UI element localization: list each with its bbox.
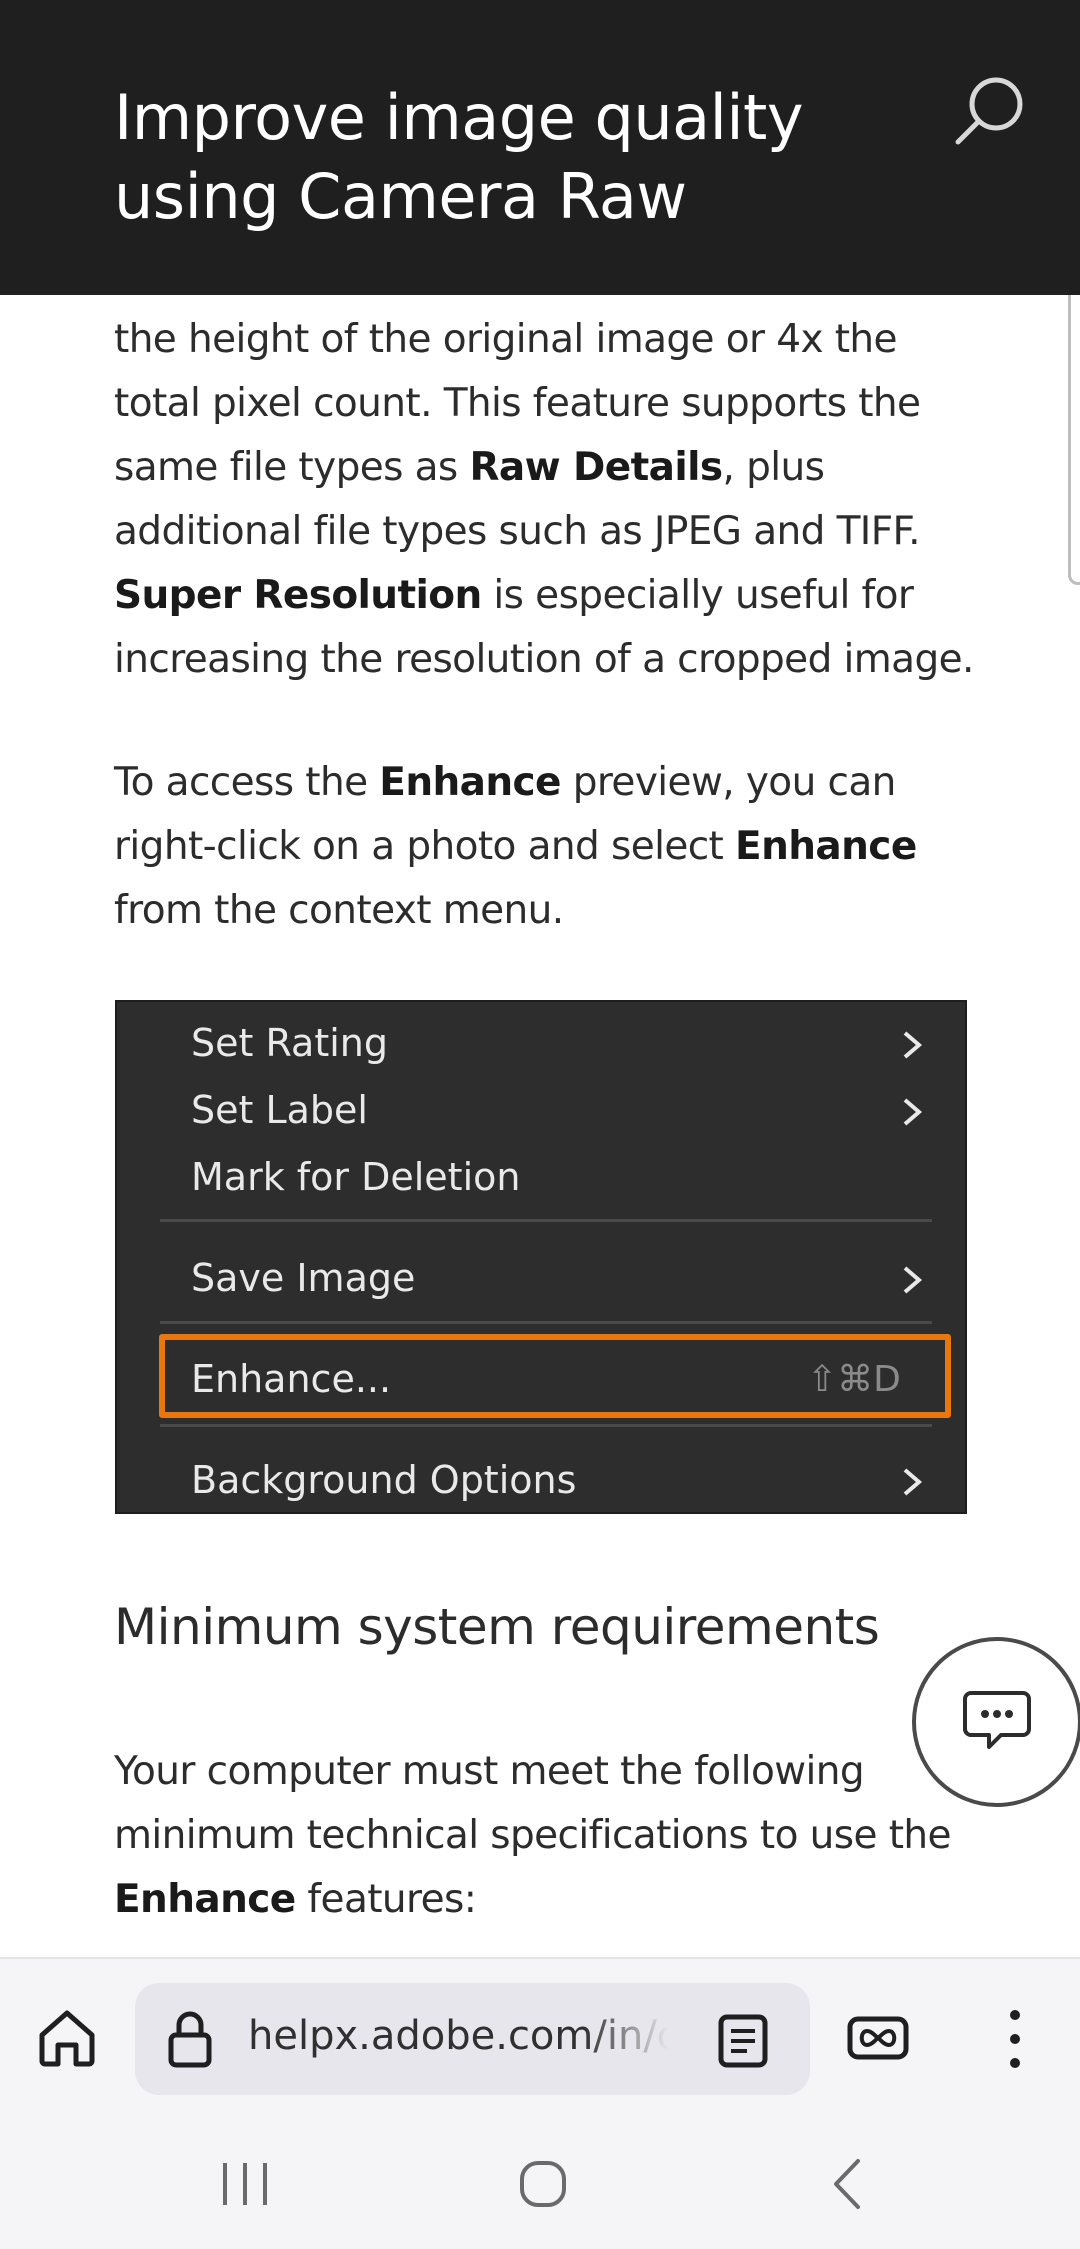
chat-bubble-icon	[963, 1691, 1031, 1749]
menu-item-background-options: Background Options	[117, 1452, 969, 1512]
back-icon[interactable]	[828, 2157, 868, 2211]
menu-divider	[160, 1424, 932, 1427]
menu-item-save-image: Save Image	[117, 1250, 969, 1310]
chevron-right-icon	[903, 1031, 923, 1059]
page-title: Improve image quality using Camera Raw	[114, 81, 804, 233]
menu-item-enhance: Enhance... ⇧⌘D	[191, 1357, 901, 1401]
home-icon	[39, 2010, 95, 2067]
menu-item-set-rating: Set Rating	[117, 1015, 969, 1075]
scroll-indicator[interactable]	[1068, 245, 1080, 585]
chevron-right-icon	[903, 1098, 923, 1126]
search-icon	[955, 77, 1023, 145]
section-heading: Minimum system requirements	[114, 1598, 880, 1656]
browser-home-button[interactable]	[34, 2005, 100, 2071]
more-options-button[interactable]	[985, 1999, 1045, 2079]
reader-mode-button[interactable]	[715, 2013, 771, 2069]
browser-toolbar: helpx.adobe.com/in/camera-raw/using/enha…	[0, 1957, 1080, 2117]
menu-divider	[160, 1321, 932, 1324]
paragraph-requirements: Your computer must meet the following mi…	[114, 1749, 952, 1922]
chevron-right-icon	[903, 1468, 923, 1496]
context-menu-screenshot: Set Rating Set Label Mark for Deletion S…	[115, 1000, 967, 1514]
shortcut-label: ⇧⌘D	[807, 1359, 901, 1400]
paragraph-enhance-access: To access the Enhance preview, you can r…	[114, 760, 917, 933]
incognito-icon	[847, 2016, 909, 2060]
search-button[interactable]	[950, 70, 1030, 150]
url-text: helpx.adobe.com/in/camera-raw/using/enha…	[248, 2013, 668, 2059]
chevron-right-icon	[903, 1266, 923, 1294]
reader-mode-icon	[718, 2014, 768, 2068]
menu-divider	[160, 1219, 932, 1222]
chat-button[interactable]	[912, 1637, 1080, 1807]
lock-icon	[168, 2011, 212, 2068]
recent-apps-icon[interactable]	[215, 2159, 275, 2209]
more-vert-icon	[1010, 2010, 1020, 2068]
incognito-button[interactable]	[845, 2005, 911, 2071]
address-bar[interactable]: helpx.adobe.com/in/camera-raw/using/enha…	[135, 1983, 810, 2095]
home-circle-icon[interactable]	[518, 2159, 568, 2209]
menu-item-set-label: Set Label	[117, 1082, 969, 1142]
paragraph-super-resolution: the height of the original image or 4x t…	[114, 317, 974, 682]
menu-item-mark-for-deletion: Mark for Deletion	[191, 1155, 521, 1199]
page-header: Improve image quality using Camera Raw	[0, 0, 1080, 295]
system-nav-bar	[0, 2117, 1080, 2249]
